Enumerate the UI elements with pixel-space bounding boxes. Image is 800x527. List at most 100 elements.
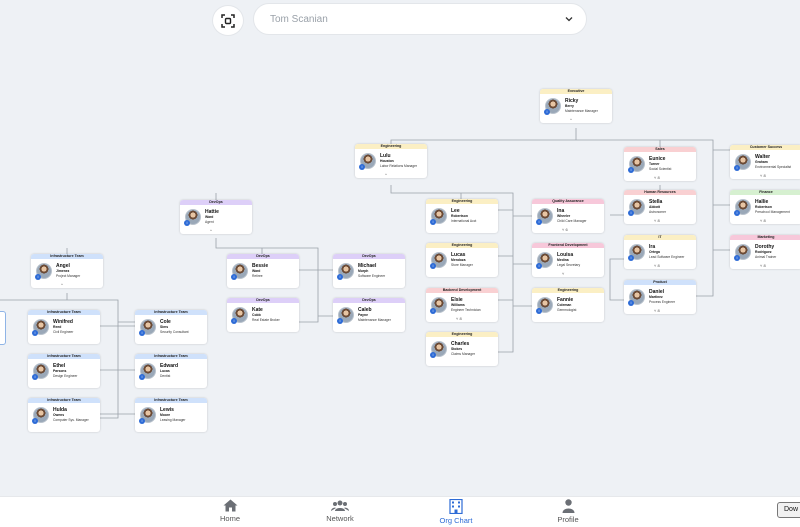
expand-toggle[interactable]: ˅ 8 — [654, 218, 660, 223]
scan-button[interactable] — [212, 5, 244, 36]
info-badge-icon[interactable]: i — [430, 308, 436, 314]
employee-card[interactable]: Customer Success i Walter Graham Environment… — [730, 145, 800, 179]
employee-role: Social Scientist — [649, 167, 672, 171]
employee-card[interactable]: Engineering i Lucas Mendoza Store Manager — [426, 243, 498, 277]
employee-card[interactable]: DevOps i Hattie Ward Agent ^ — [180, 200, 252, 234]
department-label: Product — [624, 280, 696, 285]
employee-card[interactable]: Quality Assurance i Ina Wheeler Child Care M… — [532, 199, 604, 233]
employee-card[interactable]: Marketing i Dorothy Rodriguez Animal Trainer… — [730, 235, 800, 269]
expand-toggle[interactable]: ^ — [570, 117, 572, 122]
info-badge-icon[interactable]: i — [734, 255, 740, 261]
employee-role: Security Consultant — [160, 330, 189, 334]
employee-card[interactable]: Infrastructure Team i Angel Jimenez Project … — [31, 254, 103, 288]
employee-role: Civil Engineer — [53, 330, 74, 334]
employee-role: Labor Relations Manager — [380, 164, 418, 168]
info-badge-icon[interactable]: i — [337, 318, 343, 324]
info-badge-icon[interactable]: i — [628, 167, 634, 173]
info-badge-icon[interactable]: i — [35, 274, 41, 280]
info-badge-icon[interactable]: i — [32, 418, 38, 424]
employee-card[interactable]: Infrastructure Team i Ethel Parsons Design E… — [28, 354, 100, 388]
employee-card[interactable]: Product i Daniel Martinez Process Engineer ˅ … — [624, 280, 696, 314]
employee-last-name: Payne — [358, 313, 368, 317]
employee-card[interactable]: Engineering i Charles Stokes Claims Manager — [426, 332, 498, 366]
expand-toggle[interactable]: ^ — [61, 282, 63, 287]
employee-card[interactable]: Infrastructure Team i Lewis Moore Leasing Ma… — [135, 398, 207, 432]
expand-toggle[interactable]: ^ — [385, 172, 387, 177]
employee-role: Real Estate Broker — [252, 318, 280, 322]
employee-card[interactable]: DevOps i Michael Murph Software Engineer — [333, 254, 405, 288]
expand-toggle[interactable]: ˅ 8 — [654, 308, 660, 313]
employee-card[interactable]: Engineering i Fannie Coleman Gemmologist — [532, 288, 604, 322]
avatar: i — [139, 363, 156, 380]
employee-card[interactable]: DevOps i Caleb Payne Maintenance Manager — [333, 298, 405, 332]
expand-toggle[interactable]: ˅ 6 — [562, 227, 568, 232]
nav-profile[interactable]: Profile — [538, 499, 598, 524]
employee-card[interactable]: Human Resources i Stella Abbott Astronomer ˅ … — [624, 190, 696, 224]
employee-card[interactable]: Infrastructure Team i Winifred Reed Civil En… — [28, 310, 100, 344]
info-badge-icon[interactable]: i — [536, 219, 542, 225]
employee-card[interactable]: Infrastructure Team i Cole Sims Security Con… — [135, 310, 207, 344]
info-badge-icon[interactable]: i — [628, 255, 634, 261]
info-badge-icon[interactable]: i — [139, 330, 145, 336]
employee-last-name: Houston — [380, 159, 394, 163]
avatar: i — [430, 252, 447, 269]
offscreen-card-edge[interactable] — [0, 311, 6, 345]
employee-role: Computer Sys. Manager — [53, 418, 89, 422]
info-badge-icon[interactable]: i — [544, 109, 550, 115]
employee-last-name: Cobb — [252, 313, 261, 317]
avatar: i — [139, 319, 156, 336]
info-badge-icon[interactable]: i — [32, 330, 38, 336]
org-chart-canvas[interactable]: Executive i Ricky Berry Maintenance Manager ^… — [0, 0, 800, 496]
download-button[interactable]: Dow — [777, 502, 800, 518]
nav-network[interactable]: Network — [310, 499, 370, 523]
info-badge-icon[interactable]: i — [430, 352, 436, 358]
expand-toggle[interactable]: ˅ 8 — [760, 218, 766, 223]
info-badge-icon[interactable]: i — [231, 318, 237, 324]
employee-card[interactable]: IT i Ira Ortega Lead Software Engineer ˅ 8 — [624, 235, 696, 269]
employee-card[interactable]: DevOps i Bessie Ward Retiree — [227, 254, 299, 288]
employee-search-select[interactable]: Tom Scanian — [253, 3, 587, 35]
info-badge-icon[interactable]: i — [184, 220, 190, 226]
info-badge-icon[interactable]: i — [430, 219, 436, 225]
expand-toggle[interactable]: ˅ — [562, 271, 564, 276]
department-label: Executive — [540, 89, 612, 94]
nav-home[interactable]: Home — [200, 499, 260, 523]
employee-card[interactable]: DevOps i Kate Cobb Real Estate Broker — [227, 298, 299, 332]
employee-last-name: Lucas — [160, 369, 170, 373]
employee-card[interactable]: Frontend Development i Louisa Medina Legal S… — [532, 243, 604, 277]
info-badge-icon[interactable]: i — [32, 374, 38, 380]
info-badge-icon[interactable]: i — [337, 274, 343, 280]
avatar: i — [337, 263, 354, 280]
employee-card[interactable]: Engineering i Lulu Houston Labor Relations M… — [355, 144, 427, 178]
info-badge-icon[interactable]: i — [231, 274, 237, 280]
expand-toggle[interactable]: ˅ 8 — [654, 263, 660, 268]
info-badge-icon[interactable]: i — [536, 308, 542, 314]
employee-card[interactable]: Executive i Ricky Berry Maintenance Manager ^ — [540, 89, 612, 123]
employee-card[interactable]: Backend Development i Elsie Williams Enginee… — [426, 288, 498, 322]
employee-card[interactable]: Sales i Eunice Turner Social Scientist ˅ 8 — [624, 147, 696, 181]
expand-toggle[interactable]: ˅ 8 — [456, 316, 462, 321]
scan-icon — [221, 13, 235, 28]
info-badge-icon[interactable]: i — [139, 374, 145, 380]
employee-card[interactable]: Infrastructure Team i Edward Lucas Dentist — [135, 354, 207, 388]
info-badge-icon[interactable]: i — [430, 263, 436, 269]
info-badge-icon[interactable]: i — [536, 263, 542, 269]
expand-toggle[interactable]: ^ — [210, 228, 212, 233]
nav-org-chart[interactable]: Org Chart — [426, 499, 486, 525]
info-badge-icon[interactable]: i — [139, 418, 145, 424]
employee-last-name: Jimenez — [56, 269, 70, 273]
employee-last-name: Robertson — [451, 214, 468, 218]
employee-card[interactable]: Finance i Hallie Robertson Preschool Managem… — [730, 190, 800, 224]
employee-last-name: Sims — [160, 325, 169, 329]
expand-toggle[interactable]: ˅ 8 — [760, 173, 766, 178]
employee-card[interactable]: Engineering i Lee Robertson International Ac… — [426, 199, 498, 233]
expand-toggle[interactable]: ˅ 8 — [654, 175, 660, 180]
info-badge-icon[interactable]: i — [359, 164, 365, 170]
employee-card[interactable]: Infrastructure Team i Hulda Owens Computer S… — [28, 398, 100, 432]
info-badge-icon[interactable]: i — [628, 300, 634, 306]
info-badge-icon[interactable]: i — [628, 210, 634, 216]
info-badge-icon[interactable]: i — [734, 165, 740, 171]
employee-last-name: Robertson — [755, 205, 772, 209]
info-badge-icon[interactable]: i — [734, 210, 740, 216]
expand-toggle[interactable]: ˅ 8 — [760, 263, 766, 268]
